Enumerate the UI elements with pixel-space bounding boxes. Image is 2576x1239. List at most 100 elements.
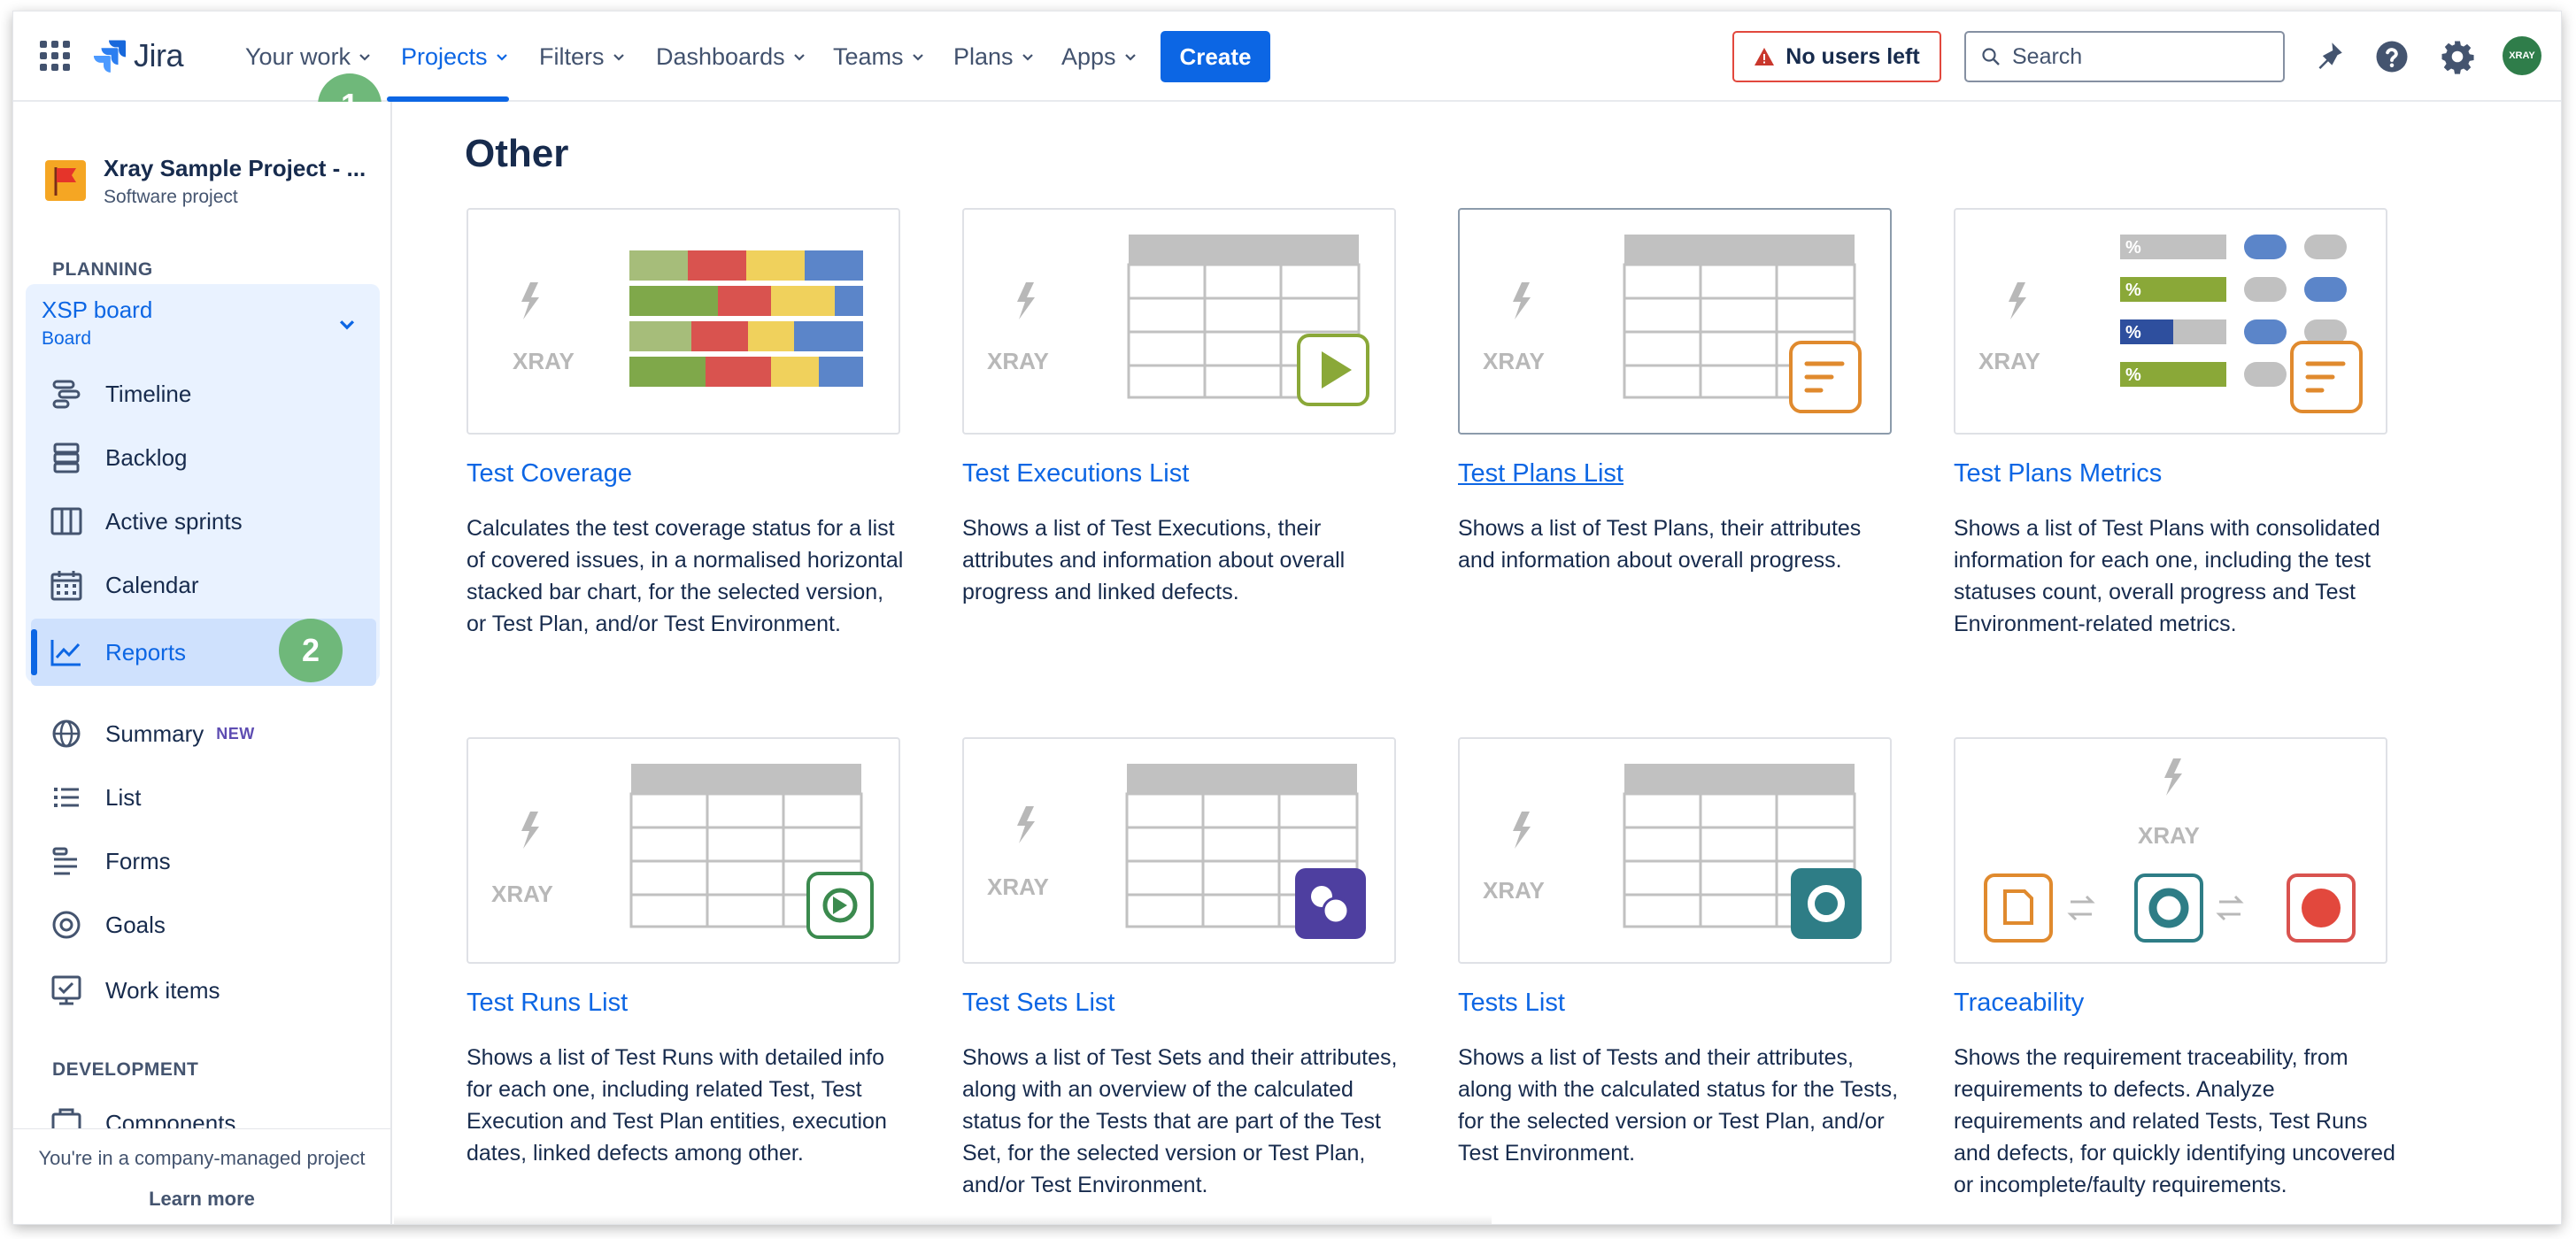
work-items-icon: [51, 975, 81, 1005]
report-description: Shows a list of Test Sets and their attr…: [962, 1045, 1398, 1197]
project-name[interactable]: Xray Sample Project - ...: [104, 155, 366, 182]
sidebar-item-label: Active sprints: [105, 507, 243, 535]
report-description: Shows a list of Test Plans, their attrib…: [1458, 516, 1862, 573]
jira-window: Jira Your work Projects Filters Dashboar…: [12, 11, 2562, 1225]
avatar[interactable]: XRAY: [2503, 36, 2541, 75]
nav-teams[interactable]: Teams: [833, 36, 925, 77]
create-button[interactable]: Create: [1161, 31, 1270, 82]
no-users-left-button[interactable]: No users left: [1732, 31, 1941, 82]
report-thumbnail[interactable]: XRAY: [962, 208, 1396, 435]
search-box[interactable]: [1964, 31, 2285, 82]
nav-label: Dashboards: [656, 42, 785, 70]
chevron-down-icon[interactable]: [337, 314, 357, 334]
search-input[interactable]: [2012, 43, 2260, 70]
notifications-icon[interactable]: [2310, 38, 2347, 75]
sidebar-footer: You're in a company-managed project Lear…: [13, 1128, 390, 1224]
sidebar-item-reports[interactable]: Reports: [49, 631, 186, 673]
nav-projects[interactable]: Projects: [401, 36, 509, 77]
sidebar-item-label: Backlog: [105, 443, 188, 471]
globe-icon: [52, 720, 81, 748]
xray-logo-icon: XRAY: [513, 282, 575, 374]
svg-text:%: %: [2125, 281, 2141, 300]
report-thumbnail[interactable]: XRAY % % % %: [1954, 208, 2387, 435]
selected-indicator: [31, 629, 37, 675]
nav-label: Apps: [1061, 42, 1116, 70]
chevron-down-icon: [359, 54, 370, 61]
svg-text:XRAY: XRAY: [2138, 822, 2200, 849]
planning-header: PLANNING: [52, 259, 153, 280]
sidebar-item-active-sprints[interactable]: Active sprints: [49, 500, 243, 543]
jira-logo-icon: [93, 40, 126, 73]
report-title[interactable]: Test Sets List: [962, 989, 1114, 1018]
chevron-down-icon: [1124, 54, 1136, 61]
svg-text:%: %: [2125, 238, 2141, 258]
sidebar-item-timeline[interactable]: Timeline: [49, 373, 191, 415]
board-selector[interactable]: XSP board: [42, 296, 152, 324]
nav-filters[interactable]: Filters: [539, 36, 626, 77]
sidebar-item-label: Timeline: [105, 380, 192, 407]
chevron-down-icon: [613, 54, 624, 61]
report-thumbnail[interactable]: XRAY: [1954, 737, 2387, 964]
nav-label: Projects: [401, 42, 488, 70]
svg-text:XRAY: XRAY: [1483, 877, 1545, 904]
sidebar-item-calendar[interactable]: Calendar: [49, 564, 199, 606]
report-title[interactable]: Test Executions List: [962, 459, 1189, 489]
sidebar-item-list[interactable]: List: [49, 776, 141, 819]
report-description: Shows a list of Test Executions, their a…: [962, 516, 1346, 604]
sidebar-item-label: Calendar: [105, 571, 199, 598]
sidebar-item-label: Forms: [105, 847, 171, 874]
svg-text:XRAY: XRAY: [987, 873, 1049, 900]
report-thumbnail[interactable]: XRAY: [467, 737, 900, 964]
traceability-thumbnail: XRAY: [1984, 758, 2356, 943]
sidebar-item-forms[interactable]: Forms: [49, 840, 171, 882]
svg-text:%: %: [2125, 323, 2141, 342]
report-title[interactable]: Test Plans Metrics: [1954, 459, 2162, 489]
help-icon[interactable]: [2373, 38, 2410, 75]
report-thumbnail[interactable]: XRAY: [1458, 737, 1892, 964]
report-description: Shows the requirement traceability, from…: [1954, 1045, 2395, 1197]
nav-apps[interactable]: Apps: [1061, 36, 1138, 77]
report-thumbnail[interactable]: XRAY: [962, 737, 1396, 964]
report-title[interactable]: Tests List: [1458, 989, 1565, 1018]
app-switcher-icon[interactable]: [40, 41, 70, 71]
sidebar-item-backlog[interactable]: Backlog: [49, 436, 188, 479]
report-title[interactable]: Test Coverage: [467, 459, 632, 489]
chevron-down-icon: [793, 54, 805, 61]
reports-main: Other XRAY Test Coverage Calculates the …: [394, 102, 2561, 1224]
project-type-note: You're in a company-managed project: [38, 1147, 366, 1169]
nav-label: Your work: [245, 42, 351, 70]
backlog-icon: [53, 442, 80, 473]
report-title[interactable]: Traceability: [1954, 989, 2084, 1018]
svg-text:XRAY: XRAY: [491, 881, 553, 907]
svg-text:XRAY: XRAY: [1978, 348, 2040, 374]
no-users-left-label: No users left: [1785, 43, 1920, 69]
report-title[interactable]: Test Plans List: [1458, 459, 1623, 489]
nav-dashboards[interactable]: Dashboards: [656, 36, 806, 77]
report-title[interactable]: Test Runs List: [467, 989, 628, 1018]
sidebar-item-work-items[interactable]: Work items: [49, 969, 220, 1012]
report-thumbnail[interactable]: XRAY: [1458, 208, 1892, 435]
top-navigation: Jira Your work Projects Filters Dashboar…: [13, 12, 2561, 102]
sidebar-item-label: Work items: [105, 976, 220, 1004]
metrics-thumbnail: XRAY % % % %: [1978, 235, 2363, 413]
learn-more-link[interactable]: Learn more: [13, 1188, 390, 1211]
nav-your-work[interactable]: Your work: [245, 36, 372, 77]
report-thumbnail[interactable]: XRAY: [467, 208, 900, 435]
sidebar-item-summary[interactable]: Summary NEW: [49, 712, 255, 755]
nav-plans[interactable]: Plans: [953, 36, 1035, 77]
sidebar-item-goals[interactable]: Goals: [49, 904, 166, 946]
forms-icon: [52, 847, 77, 875]
chevron-down-icon: [912, 54, 923, 61]
development-header: DEVELOPMENT: [52, 1059, 199, 1080]
chevron-down-icon: [1022, 54, 1033, 61]
jira-logo[interactable]: Jira: [91, 35, 184, 77]
svg-text:XRAY: XRAY: [513, 348, 575, 374]
step-badge-2: 2: [279, 619, 343, 682]
settings-icon[interactable]: [2439, 38, 2476, 75]
new-badge: NEW: [216, 724, 255, 743]
jira-logo-text: Jira: [134, 37, 184, 73]
table-thumbnail: XRAY: [987, 235, 1369, 406]
project-flag-icon: [45, 160, 86, 201]
table-thumbnail: XRAY: [491, 764, 874, 939]
svg-text:XRAY: XRAY: [1483, 348, 1545, 374]
